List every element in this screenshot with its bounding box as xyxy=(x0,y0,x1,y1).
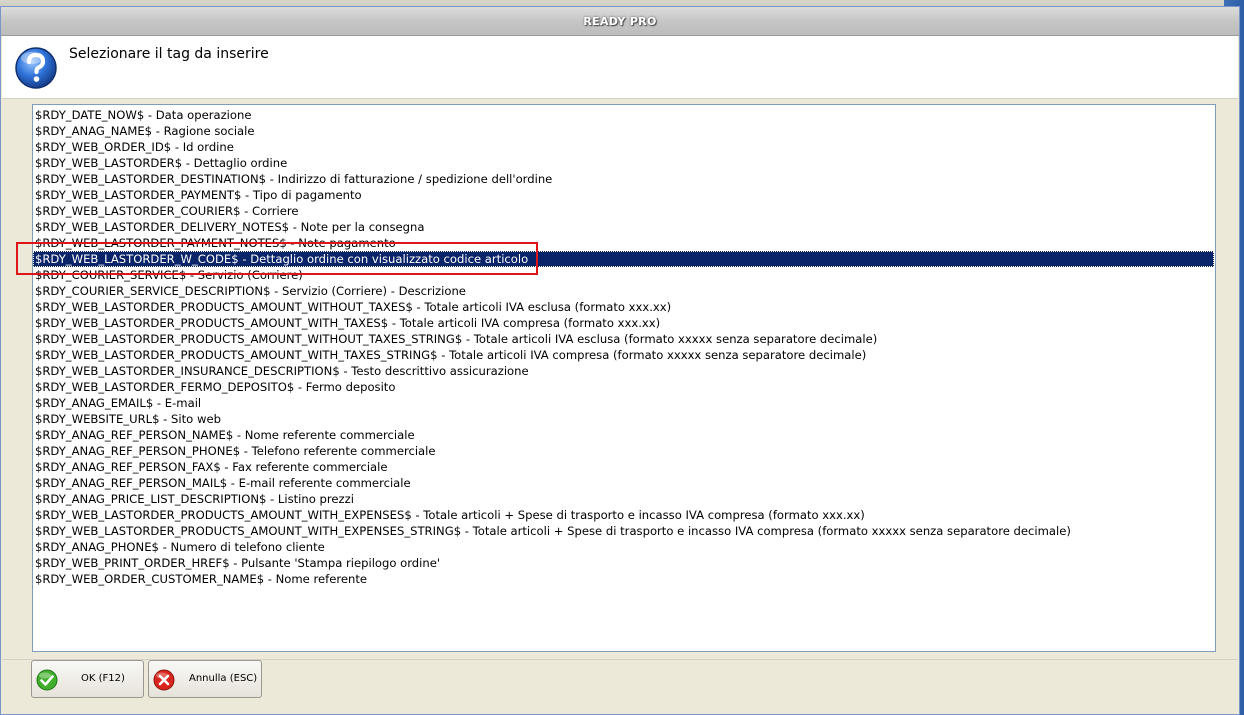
list-item[interactable]: $RDY_WEB_LASTORDER_PRODUCTS_AMOUNT_WITH_… xyxy=(33,523,1215,539)
question-icon xyxy=(15,47,57,89)
title-bar[interactable]: READY PRO xyxy=(1,7,1239,36)
tag-selection-dialog: READY PRO Selezionare il tag da inserire… xyxy=(0,6,1240,715)
list-item[interactable]: $RDY_WEB_LASTORDER_INSURANCE_DESCRIPTION… xyxy=(33,363,1215,379)
list-item[interactable]: $RDY_DATE_NOW$ - Data operazione xyxy=(33,107,1215,123)
window-title: READY PRO xyxy=(583,15,657,28)
tag-list: $RDY_DATE_NOW$ - Data operazione $RDY_ANA… xyxy=(33,105,1215,587)
list-item[interactable]: $RDY_WEB_LASTORDER_DESTINATION$ - Indiri… xyxy=(33,171,1215,187)
list-item[interactable]: $RDY_WEB_LASTORDER_PRODUCTS_AMOUNT_WITH_… xyxy=(33,347,1215,363)
list-item[interactable]: $RDY_WEB_LASTORDER_PRODUCTS_AMOUNT_WITH_… xyxy=(33,507,1215,523)
ok-button[interactable]: OK (F12) xyxy=(31,660,144,698)
list-item[interactable]: $RDY_WEB_LASTORDER_PRODUCTS_AMOUNT_WITHO… xyxy=(33,299,1215,315)
list-item[interactable]: $RDY_ANAG_REF_PERSON_FAX$ - Fax referent… xyxy=(33,459,1215,475)
list-item[interactable]: $RDY_ANAG_REF_PERSON_NAME$ - Nome refere… xyxy=(33,427,1215,443)
list-item[interactable]: $RDY_WEB_LASTORDER_DELIVERY_NOTES$ - Not… xyxy=(33,219,1215,235)
tag-listbox[interactable]: $RDY_DATE_NOW$ - Data operazione $RDY_ANA… xyxy=(32,104,1216,652)
list-item[interactable]: $RDY_WEB_LASTORDER_COURIER$ - Corriere xyxy=(33,203,1215,219)
list-item[interactable]: $RDY_WEB_LASTORDER_PRODUCTS_AMOUNT_WITH_… xyxy=(33,315,1215,331)
ok-button-label: OK (F12) xyxy=(81,673,125,684)
list-item[interactable]: $RDY_ANAG_EMAIL$ - E-mail xyxy=(33,395,1215,411)
list-item[interactable]: $RDY_ANAG_REF_PERSON_PHONE$ - Telefono r… xyxy=(33,443,1215,459)
dialog-instruction: Selezionare il tag da inserire xyxy=(69,46,269,62)
dialog-header: Selezionare il tag da inserire xyxy=(2,36,1238,99)
list-item[interactable]: $RDY_ANAG_REF_PERSON_MAIL$ - E-mail refe… xyxy=(33,475,1215,491)
list-item[interactable]: $RDY_WEB_PRINT_ORDER_HREF$ - Pulsante 'S… xyxy=(33,555,1215,571)
list-item[interactable]: $RDY_ANAG_NAME$ - Ragione sociale xyxy=(33,123,1215,139)
list-item[interactable]: $RDY_ANAG_PRICE_LIST_DESCRIPTION$ - List… xyxy=(33,491,1215,507)
list-item[interactable]: $RDY_WEB_LASTORDER_PAYMENT$ - Tipo di pa… xyxy=(33,187,1215,203)
list-item[interactable]: $RDY_WEB_LASTORDER$ - Dettaglio ordine xyxy=(33,155,1215,171)
list-item[interactable]: $RDY_WEB_ORDER_ID$ - Id ordine xyxy=(33,139,1215,155)
list-item[interactable]: $RDY_ANAG_PHONE$ - Numero di telefono cl… xyxy=(33,539,1215,555)
cancel-button[interactable]: Annulla (ESC) xyxy=(148,660,262,698)
list-item[interactable]: $RDY_WEB_ORDER_CUSTOMER_NAME$ - Nome ref… xyxy=(33,571,1215,587)
list-item-selected[interactable]: $RDY_WEB_LASTORDER_W_CODE$ - Dettaglio o… xyxy=(33,251,1214,267)
list-item[interactable]: $RDY_WEBSITE_URL$ - Sito web xyxy=(33,411,1215,427)
list-item[interactable]: $RDY_WEB_LASTORDER_PRODUCTS_AMOUNT_WITHO… xyxy=(33,331,1215,347)
cancel-icon xyxy=(153,669,175,691)
list-item[interactable]: $RDY_WEB_LASTORDER_PAYMENT_NOTES$ - Note… xyxy=(33,235,1215,251)
cancel-button-label: Annulla (ESC) xyxy=(189,673,258,684)
list-item[interactable]: $RDY_COURIER_SERVICE$ - Servizio (Corrie… xyxy=(33,267,1215,283)
check-icon xyxy=(36,669,58,691)
list-item[interactable]: $RDY_WEB_LASTORDER_FERMO_DEPOSITO$ - Fer… xyxy=(33,379,1215,395)
list-item[interactable]: $RDY_COURIER_SERVICE_DESCRIPTION$ - Serv… xyxy=(33,283,1215,299)
